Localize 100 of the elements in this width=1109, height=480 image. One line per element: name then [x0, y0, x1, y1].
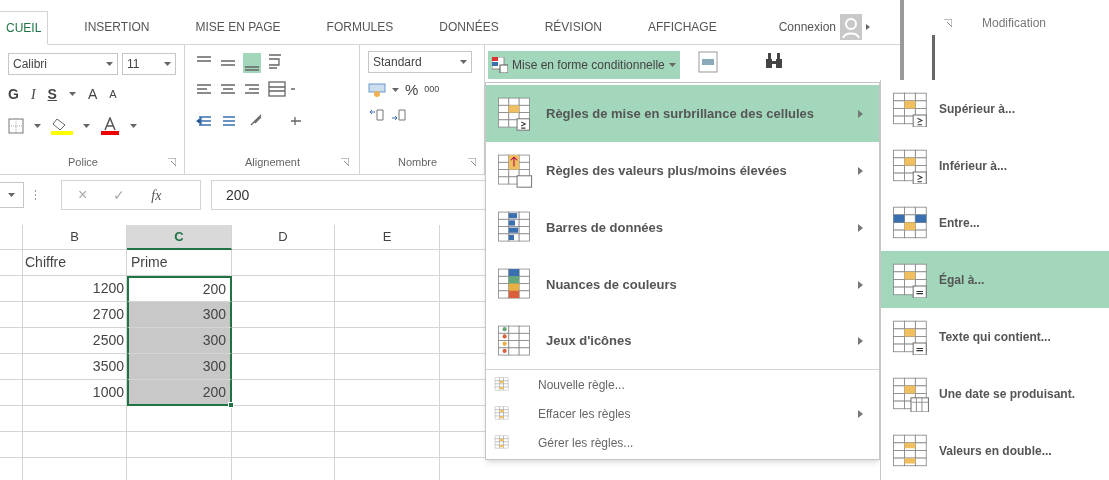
menu-item-label: Inférieur à...: [939, 157, 1008, 175]
submenu-arrow-icon: [858, 223, 863, 232]
menu-item-label: Gérer les règles...: [538, 434, 635, 452]
menu-item-label: Supérieur à...: [939, 100, 1016, 118]
borders-icon[interactable]: [8, 118, 24, 134]
ribbon-tab[interactable]: INSERTION: [76, 10, 158, 44]
menu-item-label: Nuances de couleurs: [546, 275, 678, 294]
shrink-font-button[interactable]: A: [109, 85, 117, 103]
italic-button[interactable]: I: [30, 83, 36, 105]
menu-item-label: Nouvelle règle...: [538, 376, 626, 394]
column-header[interactable]: C: [127, 225, 232, 250]
table-cell: 200: [127, 380, 232, 406]
menu-item-label: Entre...: [939, 214, 980, 232]
caret-icon[interactable]: [866, 24, 870, 30]
table-icon: [492, 57, 508, 73]
ribbon-tab[interactable]: FORMULES: [318, 10, 402, 44]
menu-item[interactable]: Égal à...: [881, 251, 1109, 308]
table-icon: [494, 435, 510, 450]
table-cell: 300: [127, 302, 232, 328]
caret-icon: [164, 62, 171, 66]
row-header[interactable]: [0, 328, 23, 354]
caret-icon: [392, 88, 399, 92]
caret-icon: [668, 63, 676, 67]
submenu-arrow-icon: [858, 337, 863, 345]
menu-item-label: Effacer les règles: [538, 405, 632, 423]
menu-item[interactable]: Règles des valeurs plus/moins élevées: [486, 142, 879, 199]
grow-font-button[interactable]: A: [87, 83, 98, 105]
menu-item[interactable]: Nuances de couleurs: [486, 256, 879, 313]
group-label: Modification: [982, 14, 1047, 32]
caret-icon: [8, 193, 15, 197]
conditional-formatting-button[interactable]: Mise en forme conditionnelle: [488, 51, 680, 79]
font-size-dropdown[interactable]: 11: [121, 53, 176, 75]
menu-item[interactable]: Barres de données: [486, 199, 879, 256]
submenu-arrow-icon: [858, 166, 863, 175]
row-header[interactable]: [0, 432, 23, 458]
group-label: Nombre: [398, 154, 438, 170]
row-header[interactable]: [0, 354, 23, 380]
menu-item-label: Barres de données: [546, 218, 665, 237]
bold-button[interactable]: G: [8, 83, 19, 105]
dialog-launcher-icon[interactable]: [944, 18, 952, 27]
table-cell: 300: [127, 328, 232, 354]
table-icon: [496, 153, 534, 188]
fill-handle[interactable]: [228, 402, 234, 408]
insert-function-button[interactable]: fx: [151, 184, 162, 206]
menu-item[interactable]: Effacer les règles: [486, 399, 879, 428]
table-cell: 200: [127, 276, 232, 302]
ribbon-tab[interactable]: AFFICHAGE: [640, 10, 725, 44]
table-icon: [494, 377, 510, 392]
submenu-arrow-icon: [858, 109, 863, 118]
table-cell: Prime: [127, 250, 232, 276]
ribbon-tab[interactable]: CUEIL: [0, 11, 49, 45]
menu-item-label: Règles des valeurs plus/moins élevées: [546, 161, 788, 180]
menu-item[interactable]: Jeux d'icônes: [486, 313, 879, 370]
dialog-launcher-icon[interactable]: [341, 157, 349, 166]
drag-handle-icon[interactable]: [34, 189, 37, 201]
font-color-icon[interactable]: [100, 117, 120, 135]
column-header[interactable]: D: [232, 225, 335, 250]
row-header[interactable]: [0, 406, 23, 432]
ribbon-tab[interactable]: RÉVISION: [536, 10, 610, 44]
caret-icon: [105, 62, 113, 66]
ribbon-tab[interactable]: DONNÉES: [431, 10, 507, 44]
menu-item[interactable]: Règles de mise en surbrillance des cellules: [486, 85, 879, 142]
binoculars-icon[interactable]: [763, 51, 784, 69]
dialog-launcher-icon[interactable]: [468, 157, 476, 166]
menu-item[interactable]: Gérer les règles...: [486, 428, 879, 457]
number-format-dropdown[interactable]: Standard: [368, 51, 472, 73]
submenu-arrow-icon: [858, 280, 863, 289]
decimal-buttons-drawing[interactable]: [368, 107, 408, 123]
column-header[interactable]: E: [335, 225, 440, 250]
row-header[interactable]: [0, 276, 23, 302]
select-all-corner[interactable]: [0, 225, 23, 250]
menu-item-label: Égal à...: [939, 271, 985, 289]
sign-in-link[interactable]: Connexion: [778, 18, 836, 36]
menu-item-label: Une date se produisant.: [939, 385, 1076, 403]
format-table-icon[interactable]: [697, 51, 718, 73]
menu-item[interactable]: Nouvelle règle...: [486, 370, 879, 399]
menu-item-label: Texte qui contient...: [939, 328, 1051, 346]
table-icon: [891, 375, 931, 412]
caret-icon: [83, 124, 90, 128]
menu-item-label: Jeux d'icônes: [546, 332, 633, 351]
currency-icon[interactable]: [368, 83, 386, 97]
font-name-dropdown[interactable]: Calibri: [8, 53, 118, 75]
ribbon-tab[interactable]: MISE EN PAGE: [187, 10, 289, 44]
menu-item-label: Valeurs en double...: [939, 442, 1052, 460]
caret-icon: [34, 124, 41, 128]
caret-icon: [130, 124, 137, 128]
name-box[interactable]: [0, 182, 24, 208]
percent-button[interactable]: %: [405, 78, 419, 102]
group-label: Police: [68, 154, 98, 170]
underline-button[interactable]: S: [47, 83, 57, 105]
menu-item-label: Règles de mise en surbrillance des cellules: [546, 104, 816, 123]
fill-color-icon[interactable]: [51, 117, 73, 135]
table-icon: [494, 406, 510, 421]
row-header[interactable]: [0, 250, 23, 276]
dialog-launcher-icon[interactable]: [168, 157, 176, 166]
group-label: Alignement: [245, 154, 301, 170]
row-header[interactable]: [0, 302, 23, 328]
row-header[interactable]: [0, 380, 23, 406]
caret-icon: [460, 60, 467, 64]
thousands-button[interactable]: 000: [424, 83, 440, 97]
